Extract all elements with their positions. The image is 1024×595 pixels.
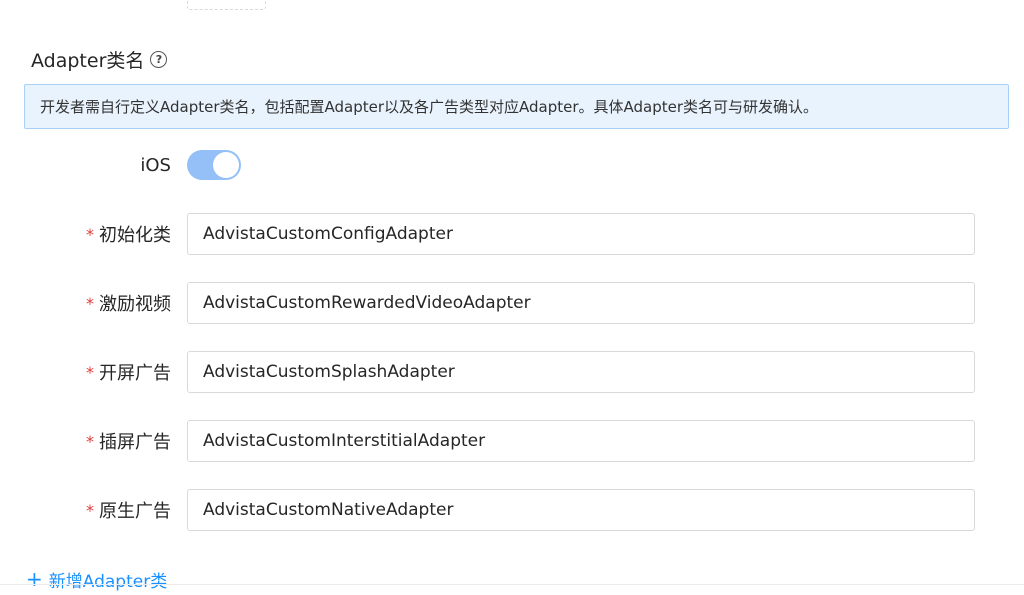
plus-icon: + [26,567,43,591]
toggle-knob [213,152,239,178]
required-mark: * [86,500,94,520]
section-title-text: Adapter类名 [31,49,145,72]
field-label-init: * 初始化类 [86,213,171,255]
field-label-text: 开屏广告 [99,363,171,384]
add-adapter-class-button[interactable]: + 新增Adapter类 [26,565,167,593]
question-circle-icon[interactable]: ? [150,50,168,68]
required-mark: * [86,431,94,451]
splash-input[interactable] [187,351,975,393]
field-label-native: * 原生广告 [86,489,171,531]
field-label-splash: * 开屏广告 [86,351,171,393]
info-banner: 开发者需自行定义Adapter类名，包括配置Adapter以及各广告类型对应Ad… [24,84,1009,129]
field-label-text: 插屏广告 [99,432,171,453]
native-input[interactable] [187,489,975,531]
interstitial-input[interactable] [187,420,975,462]
field-label-text: 原生广告 [99,501,171,522]
init-class-input[interactable] [187,213,975,255]
info-banner-text: 开发者需自行定义Adapter类名，包括配置Adapter以及各广告类型对应Ad… [40,98,819,116]
ios-toggle-switch[interactable] [187,150,241,180]
rewarded-video-input[interactable] [187,282,975,324]
required-mark: * [86,224,94,244]
divider [0,584,1024,585]
section-title: Adapter类名 ? [31,45,168,73]
field-label-interstitial: * 插屏广告 [86,420,171,462]
field-label-rewarded-video: * 激励视频 [86,282,171,324]
field-label-text: 激励视频 [99,294,171,315]
required-mark: * [86,293,94,313]
platform-label: iOS [140,154,171,176]
add-adapter-class-label: 新增Adapter类 [48,571,168,592]
required-mark: * [86,362,94,382]
upload-placeholder[interactable] [187,0,266,10]
field-label-text: 初始化类 [99,225,171,246]
